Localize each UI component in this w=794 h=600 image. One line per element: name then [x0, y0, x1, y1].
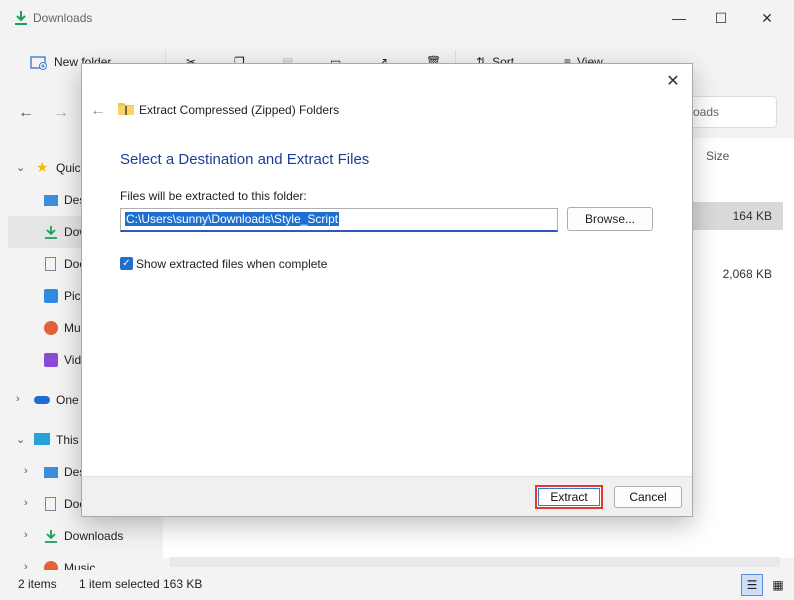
window-title: Downloads — [33, 11, 93, 25]
selection-size: 163 KB — [163, 577, 203, 591]
chevron-down-icon: ⌄ — [16, 162, 26, 174]
onedrive-icon — [34, 396, 50, 404]
sidebar-item-music[interactable]: › Music — [0, 552, 160, 570]
pictures-icon — [44, 289, 58, 303]
desktop-icon — [44, 467, 58, 478]
videos-icon — [44, 353, 58, 367]
pc-icon — [34, 433, 50, 445]
sidebar-item-label: One — [56, 393, 79, 407]
destination-path-text: C:\Users\sunny\Downloads\Style_Script — [125, 212, 340, 226]
item-count: 2 items — [18, 577, 57, 591]
music-icon — [44, 561, 58, 570]
sidebar-item-label: Mu — [64, 321, 81, 335]
new-folder-icon — [30, 56, 47, 70]
horizontal-scrollbar[interactable] — [170, 557, 780, 567]
chevron-right-icon: › — [24, 497, 28, 509]
minimize-button[interactable]: — — [656, 0, 702, 36]
sidebar-item-label: Pic — [64, 289, 81, 303]
back-arrow-icon[interactable]: ← — [18, 104, 34, 122]
status-bar: 2 items 1 item selected 163 KB ☰ ▦ — [0, 572, 794, 600]
chevron-right-icon: › — [16, 393, 20, 405]
sidebar-item-label: Quic — [56, 161, 81, 175]
chevron-right-icon: › — [24, 561, 28, 570]
destination-label: Files will be extracted to this folder: — [120, 189, 307, 203]
details-view-icon: ☰ — [746, 578, 758, 592]
dialog-heading: Select a Destination and Extract Files — [120, 151, 370, 168]
extract-button[interactable]: Extract — [535, 485, 603, 509]
sidebar-item-label: Music — [64, 561, 96, 570]
selection-status: 1 item selected — [79, 577, 160, 591]
document-icon — [45, 257, 56, 271]
desktop-icon — [44, 195, 58, 206]
star-icon: ★ — [36, 159, 49, 175]
tiles-view-icon: ▦ — [772, 578, 784, 592]
size-column-header[interactable]: Size — [706, 149, 729, 163]
extract-dialog: ✕ ← Extract Compressed (Zipped) Folders … — [81, 63, 693, 517]
chevron-right-icon: › — [24, 465, 28, 477]
dialog-title: Extract Compressed (Zipped) Folders — [139, 103, 340, 117]
download-icon — [45, 530, 57, 543]
cancel-button[interactable]: Cancel — [614, 486, 682, 508]
title-bar: Downloads — ☐ ✕ — [0, 0, 794, 36]
browse-button[interactable]: Browse... — [567, 207, 653, 231]
close-icon[interactable]: ✕ — [662, 70, 684, 92]
sidebar-item-label: This — [56, 433, 79, 447]
maximize-button[interactable]: ☐ — [698, 0, 744, 36]
details-view-button[interactable]: ☰ — [741, 574, 763, 596]
dialog-footer: Extract Cancel — [82, 476, 692, 516]
sidebar-item-downloads[interactable]: › Downloads — [0, 520, 160, 552]
document-icon — [45, 497, 56, 511]
back-arrow-icon[interactable]: ← — [90, 102, 106, 120]
forward-arrow-icon[interactable]: → — [53, 104, 69, 122]
music-icon — [44, 321, 58, 335]
download-icon — [15, 11, 27, 25]
chevron-right-icon: › — [24, 529, 28, 541]
file-size: 164 KB — [732, 209, 772, 223]
chevron-down-icon: ⌄ — [16, 434, 26, 446]
sidebar-item-label: Vid — [64, 353, 82, 367]
show-files-checkbox[interactable]: ✓ — [120, 257, 133, 270]
close-window-button[interactable]: ✕ — [744, 0, 790, 36]
show-files-label[interactable]: Show extracted files when complete — [136, 257, 327, 271]
destination-path-input[interactable]: C:\Users\sunny\Downloads\Style_Script — [120, 208, 558, 232]
zip-folder-icon — [118, 103, 134, 115]
download-icon — [45, 226, 57, 239]
file-size: 2,068 KB — [722, 267, 772, 281]
sidebar-item-label: Downloads — [64, 529, 124, 543]
tiles-view-button[interactable]: ▦ — [767, 574, 789, 596]
